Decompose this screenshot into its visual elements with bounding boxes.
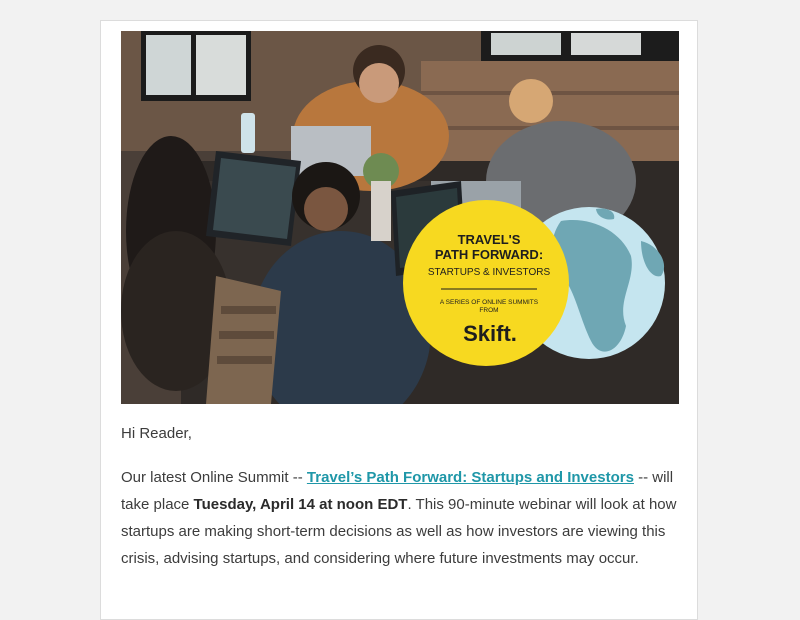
intro-prefix: Our latest Online Summit -- <box>121 469 307 486</box>
hero-illustration: TRAVEL'S PATH FORWARD: STARTUPS & INVEST… <box>121 31 679 404</box>
badge-series-line1: A SERIES OF ONLINE SUMMITS <box>440 299 539 306</box>
badge-title-line2: PATH FORWARD: <box>435 247 543 262</box>
event-link[interactable]: Travel’s Path Forward: Startups and Inve… <box>307 469 634 486</box>
badge-title-line1: TRAVEL'S <box>458 232 521 247</box>
badge-subtitle: STARTUPS & INVESTORS <box>428 267 551 278</box>
badge-series-line2: FROM <box>479 307 498 314</box>
intro-paragraph: Our latest Online Summit -- Travel’s Pat… <box>121 464 681 572</box>
email-card: TRAVEL'S PATH FORWARD: STARTUPS & INVEST… <box>100 20 698 620</box>
greeting: Hi Reader, <box>121 425 192 442</box>
event-time: Tuesday, April 14 at noon EDT <box>193 496 408 513</box>
skift-logo: Skift. <box>463 321 517 346</box>
hero-banner-image[interactable]: TRAVEL'S PATH FORWARD: STARTUPS & INVEST… <box>121 31 679 404</box>
